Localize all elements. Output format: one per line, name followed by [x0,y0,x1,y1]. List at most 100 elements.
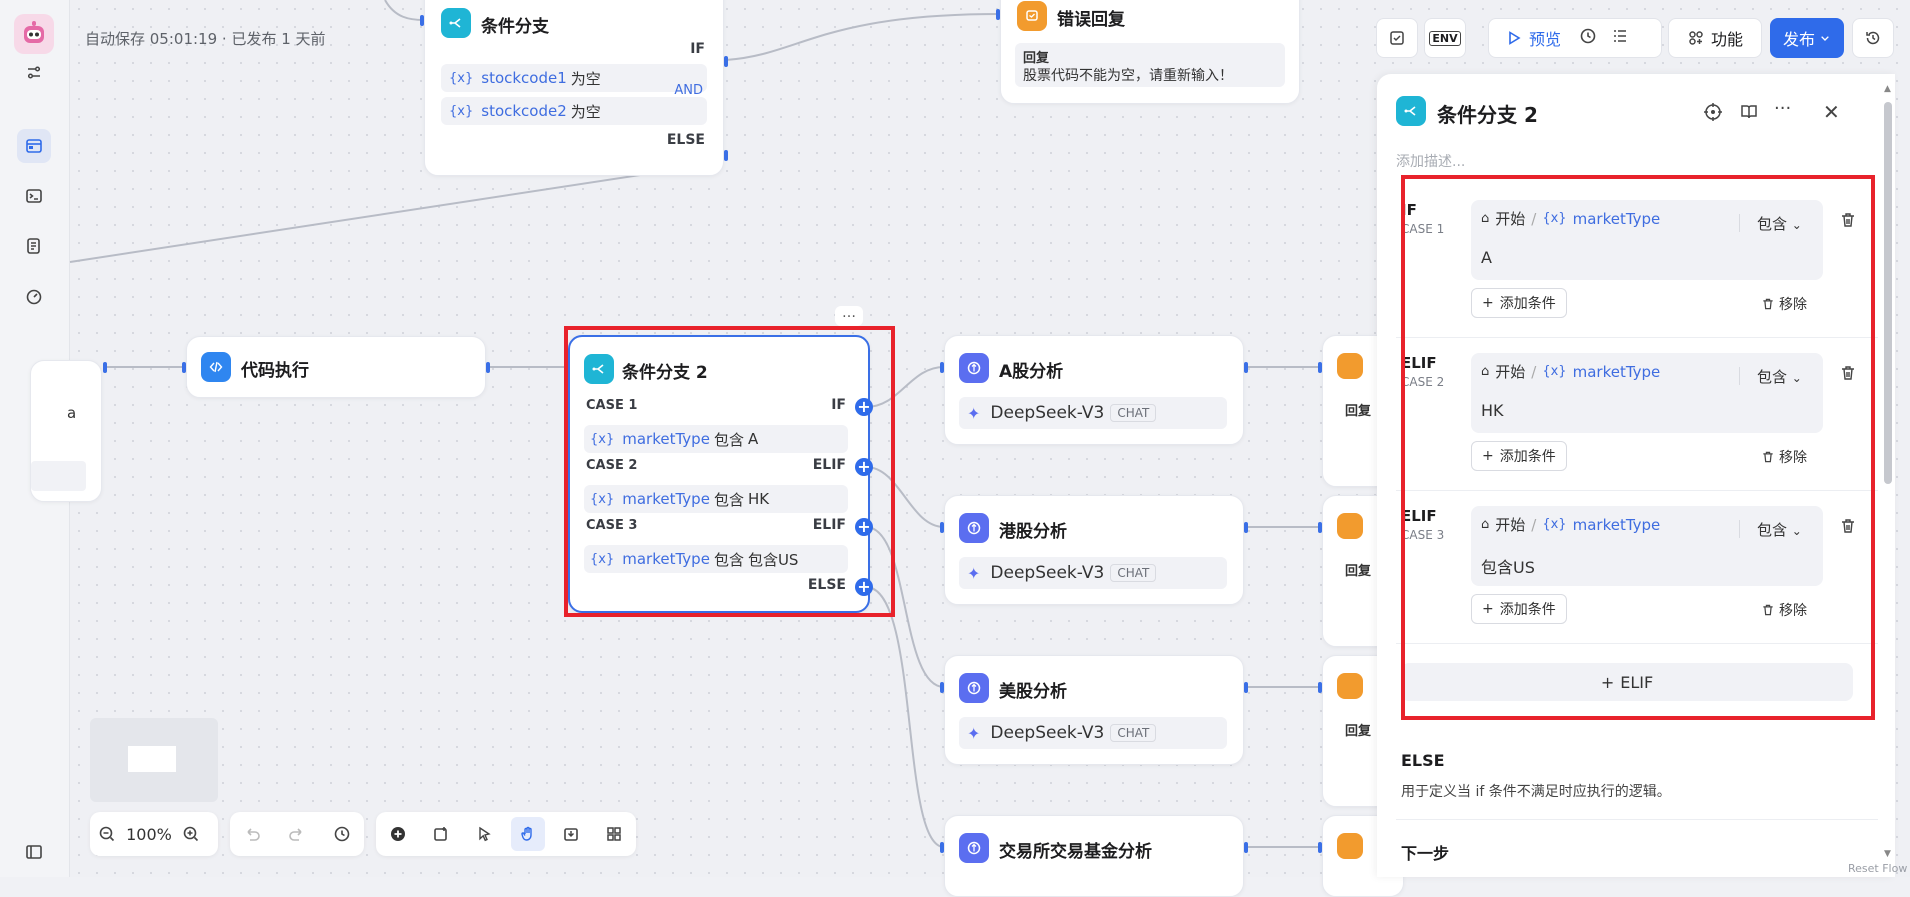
version-history-button[interactable] [1852,18,1894,58]
operator-select[interactable]: 包含 ⌄ [1757,519,1802,540]
output-port[interactable] [1244,522,1248,533]
panel-scrollbar[interactable]: ▲ ▼ [1884,84,1892,864]
layout-grid-icon[interactable] [597,817,631,851]
zoom-out-icon[interactable] [90,817,124,851]
model-select[interactable]: ✦ DeepSeek-V3 CHAT [959,717,1227,749]
analysis-node-a[interactable]: A股分析 ✦ DeepSeek-V3 CHAT [944,335,1244,445]
value-input[interactable]: A [1481,248,1492,267]
output-port[interactable] [103,362,107,373]
redo-icon[interactable] [280,817,314,851]
undo-icon[interactable] [235,817,269,851]
zoom-level[interactable]: 100% [124,825,174,844]
zoom-in-icon[interactable] [174,817,208,851]
add-branch-icon[interactable]: + [855,398,873,416]
remove-button[interactable]: 移除 [1761,294,1807,314]
add-condition-button[interactable]: + 添加条件 [1471,441,1567,471]
value-input[interactable]: 包含US [1481,554,1535,578]
run-history-icon[interactable] [1579,27,1597,49]
output-port[interactable] [1244,362,1248,373]
history-icon[interactable] [325,817,359,851]
else-description: 用于定义当 if 条件不满足时应执行的逻辑。 [1401,784,1671,800]
output-port[interactable] [1244,682,1248,693]
scrollbar-thumb[interactable] [1884,102,1892,484]
env-button[interactable]: ENV [1424,18,1466,58]
pointer-icon[interactable] [467,817,501,851]
more-icon[interactable]: ··· [1774,98,1791,119]
condition-kind: ELIF [1401,354,1437,372]
code-exec-node[interactable]: 代码执行 [186,336,486,398]
variable-picker[interactable]: ⌂ 开始 / {x} marketType [1481,361,1660,382]
remove-button[interactable]: 移除 [1761,447,1807,467]
model-select[interactable]: ✦ DeepSeek-V3 CHAT [959,397,1227,429]
input-port[interactable] [564,362,568,373]
branch2-node[interactable]: 条件分支 2 CASE 1 IF {x} marketType 包含 A CAS… [568,335,870,613]
locate-icon[interactable] [1703,102,1723,126]
value-input[interactable]: HK [1481,401,1504,420]
output-port[interactable] [486,362,490,373]
add-condition-button[interactable]: + 添加条件 [1471,594,1567,624]
hand-icon[interactable] [510,817,545,851]
model-select[interactable]: ✦ DeepSeek-V3 CHAT [959,557,1227,589]
input-port[interactable] [940,362,944,373]
input-port[interactable] [1318,362,1322,373]
condition-editor[interactable]: ⌂ 开始 / {x} marketType 包含 ⌄ A [1471,200,1823,280]
variable-picker[interactable]: ⌂ 开始 / {x} marketType [1481,208,1660,229]
node-more-menu[interactable]: … [835,306,863,326]
input-port[interactable] [182,362,186,373]
publish-button[interactable]: 发布 [1770,18,1844,58]
features-button[interactable]: 功能 [1668,18,1762,58]
scroll-down-icon[interactable]: ▼ [1884,849,1891,859]
error-reply-node[interactable]: 错误回复 回复 股票代码不能为空，请重新输入！ [1000,0,1300,104]
add-branch-icon[interactable]: + [855,518,873,536]
input-port[interactable] [420,15,424,26]
condition-editor[interactable]: ⌂ 开始 / {x} marketType 包含 ⌄ 包含US [1471,506,1823,586]
add-node-icon[interactable] [381,817,415,851]
delete-icon[interactable] [1839,364,1857,386]
add-comment-icon[interactable] [424,817,458,851]
analysis-node-etf[interactable]: 交易所交易基金分析 [944,815,1244,897]
minimap[interactable] [90,718,218,802]
input-port[interactable] [996,9,1000,20]
output-port[interactable] [724,56,728,67]
top-branch-node[interactable]: 条件分支 IF {x} stockcode1 为空 {x} stockcode2… [424,0,724,176]
list-icon[interactable] [1611,27,1629,49]
input-port[interactable] [940,522,944,533]
issues-button[interactable] [1376,18,1418,58]
panel-title[interactable]: 条件分支 2 [1437,99,1538,128]
condition-row[interactable]: {x} stockcode1 为空 [441,64,707,92]
output-port[interactable] [724,150,728,161]
input-port[interactable] [940,682,944,693]
remove-button[interactable]: 移除 [1761,600,1807,620]
analysis-node-us[interactable]: 美股分析 ✦ DeepSeek-V3 CHAT [944,655,1244,765]
condition-editor[interactable]: ⌂ 开始 / {x} marketType 包含 ⌄ HK [1471,353,1823,433]
output-port[interactable] [1244,842,1248,853]
condition-row[interactable]: {x} stockcode2 为空 [441,97,707,125]
var-source: 开始 [1495,363,1526,381]
add-condition-button[interactable]: + 添加条件 [1471,288,1567,318]
reset-flow-label[interactable]: Reset Flow [1848,862,1907,875]
analysis-node-hk[interactable]: 港股分析 ✦ DeepSeek-V3 CHAT [944,495,1244,605]
add-branch-icon[interactable]: + [855,458,873,476]
preview-button[interactable]: 预览 [1505,26,1561,50]
input-port[interactable] [1318,682,1322,693]
operator-select[interactable]: 包含 ⌄ [1757,366,1802,387]
variable-picker[interactable]: ⌂ 开始 / {x} marketType [1481,514,1660,535]
scroll-up-icon[interactable]: ▲ [1884,84,1891,94]
and-label[interactable]: AND [674,83,703,98]
delete-icon[interactable] [1839,211,1857,233]
delete-icon[interactable] [1839,517,1857,539]
input-port[interactable] [940,842,944,853]
partial-node[interactable]: a [30,360,102,502]
operator-select[interactable]: 包含 ⌄ [1757,213,1802,234]
condition-row[interactable]: {x} marketType 包含 A [584,425,848,453]
import-icon[interactable] [554,817,588,851]
condition-row[interactable]: {x} marketType 包含 HK [584,485,848,513]
description-input[interactable]: 添加描述... [1396,151,1465,171]
close-icon[interactable]: ✕ [1823,100,1840,124]
book-icon[interactable] [1739,102,1759,126]
add-elif-button[interactable]: + ELIF [1401,663,1853,701]
condition-row[interactable]: {x} marketType 包含 包含US [584,545,848,573]
add-branch-icon[interactable]: + [855,578,873,596]
input-port[interactable] [1318,522,1322,533]
input-port[interactable] [1318,842,1322,853]
